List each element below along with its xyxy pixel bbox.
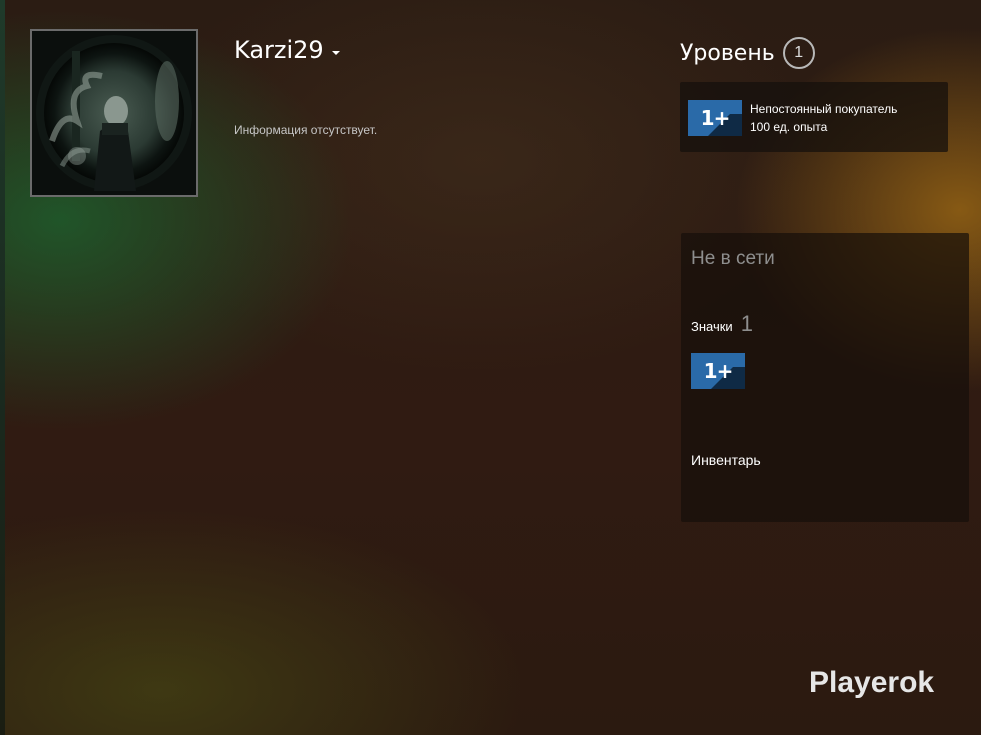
badge-icon-text: 1+ xyxy=(700,106,731,130)
persona-name-row[interactable]: Karzi29 xyxy=(234,36,340,64)
level-header: Уровень 1 xyxy=(680,37,815,69)
chevron-down-icon[interactable] xyxy=(331,51,340,55)
persona-name[interactable]: Karzi29 xyxy=(234,36,324,64)
badge-icon-small[interactable]: 1+ xyxy=(691,353,745,389)
profile-side-panel: Не в сети Значки 1 1+ Инвентарь xyxy=(681,233,969,522)
favorite-badge-card[interactable]: 1+ Непостоянный покупатель 100 ед. опыта xyxy=(680,82,948,152)
badges-count: 1 xyxy=(740,311,753,336)
badges-link[interactable]: Значки 1 xyxy=(691,311,753,337)
badges-label[interactable]: Значки xyxy=(691,319,733,334)
badge-xp: 100 ед. опыта xyxy=(750,120,828,134)
level-value: 1 xyxy=(782,37,815,69)
watermark: Playerok xyxy=(809,666,935,699)
badge-icon[interactable]: 1+ xyxy=(688,100,742,136)
badge-title: Непостоянный покупатель xyxy=(750,102,898,116)
left-edge-strip xyxy=(0,0,5,735)
online-status: Не в сети xyxy=(691,248,775,269)
inventory-link[interactable]: Инвентарь xyxy=(691,452,761,468)
profile-summary: Информация отсутствует. xyxy=(234,123,378,137)
avatar-image xyxy=(32,31,196,195)
badge-icon-small-text: 1+ xyxy=(703,359,734,383)
avatar[interactable] xyxy=(30,29,198,197)
level-label: Уровень xyxy=(680,40,775,66)
